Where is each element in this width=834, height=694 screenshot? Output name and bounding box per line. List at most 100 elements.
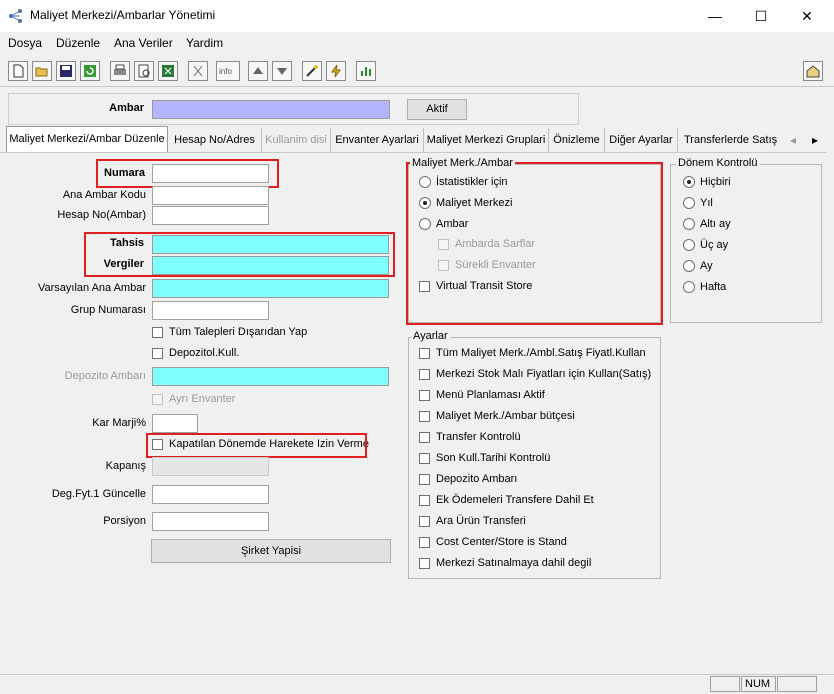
- ayar-label-3: Menü Planlaması Aktif: [436, 389, 545, 401]
- radio-hicbiri[interactable]: [683, 176, 695, 188]
- ayar-label-6: Son Kull.Tarihi Kontrolü: [436, 452, 551, 464]
- radio-hafta-label: Hafta: [700, 281, 727, 293]
- kar-marji-field[interactable]: [152, 414, 198, 433]
- tab-diger-ayarlar[interactable]: Diğer Ayarlar: [605, 128, 678, 152]
- tab-maliyet-merkezi-gruplari[interactable]: Maliyet Merkezi Gruplari: [424, 128, 549, 152]
- ambarda-sarflar-checkbox[interactable]: [438, 239, 449, 250]
- radio-maliyet-merkezi[interactable]: [419, 197, 431, 209]
- ayar-label-8: Ek Ödemeleri Transfere Dahil Et: [436, 494, 594, 506]
- print-preview-icon[interactable]: [134, 61, 154, 81]
- ayar-checkbox-2[interactable]: [419, 369, 430, 380]
- cut-icon[interactable]: [188, 61, 208, 81]
- ayar-label-11: Merkezi Satınalmaya dahil degil: [436, 557, 592, 569]
- refresh-icon[interactable]: [80, 61, 100, 81]
- tab-maliyet-merkezi-duzenle[interactable]: Maliyet Merkezi/Ambar Düzenle: [6, 126, 168, 154]
- depozito-ambari-label: Depozito Ambarı: [64, 370, 146, 382]
- tab-kullanim-disi[interactable]: Kullanim disi: [262, 128, 331, 152]
- tum-talepleri-label: Tüm Talepleri Dışarıdan Yap: [169, 326, 308, 338]
- highlight-tahsis-vergiler: [84, 232, 395, 277]
- window-title: Maliyet Merkezi/Ambarlar Yönetimi: [30, 8, 216, 22]
- radio-yil[interactable]: [683, 197, 695, 209]
- radio-alti-ay-label: Altı ay: [700, 218, 731, 230]
- donem-kontrolu-title: Dönem Kontrolü: [676, 157, 760, 169]
- menu-yardim[interactable]: Yardim: [186, 36, 223, 50]
- radio-ay-label: Ay: [700, 260, 713, 272]
- ayar-label-7: Depozito Ambarı: [436, 473, 518, 485]
- porsiyon-field[interactable]: [152, 512, 269, 531]
- tab-onizleme[interactable]: Önizleme: [549, 128, 605, 152]
- maximize-button[interactable]: ☐: [738, 0, 784, 32]
- grup-numarasi-field[interactable]: [152, 301, 269, 320]
- excel-icon[interactable]: [158, 61, 178, 81]
- kapanis-label: Kapanış: [105, 460, 146, 472]
- lightning-icon[interactable]: [326, 61, 346, 81]
- ayar-checkbox-1[interactable]: [419, 348, 430, 359]
- tab-transferlerde-satis[interactable]: Transferlerde Satış Fi: [678, 128, 786, 152]
- depozito-ambari-field[interactable]: [152, 367, 389, 386]
- radio-yil-label: Yıl: [700, 197, 713, 209]
- ayar-checkbox-9[interactable]: [419, 516, 430, 527]
- ayar-checkbox-6[interactable]: [419, 453, 430, 464]
- info-icon[interactable]: info: [216, 61, 240, 81]
- radio-ambar-label: Ambar: [436, 218, 469, 230]
- wand-icon[interactable]: [302, 61, 322, 81]
- ayar-label-2: Merkezi Stok Malı Fiyatları için Kullan(…: [436, 368, 652, 380]
- status-bar: [0, 674, 834, 694]
- tum-talepleri-checkbox[interactable]: [152, 327, 163, 338]
- surekli-envanter-checkbox[interactable]: [438, 260, 449, 271]
- minimize-button[interactable]: —: [692, 0, 738, 32]
- highlight-numara: [96, 159, 279, 188]
- tab-envanter-ayarlari[interactable]: Envanter Ayarlari: [331, 128, 424, 152]
- depozitol-kull-label: Depozitol.Kull.: [169, 347, 240, 359]
- open-folder-icon[interactable]: [32, 61, 52, 81]
- chart-icon[interactable]: [356, 61, 376, 81]
- ayar-checkbox-10[interactable]: [419, 537, 430, 548]
- save-icon[interactable]: [56, 61, 76, 81]
- varsayilan-ana-ambar-field[interactable]: [152, 279, 389, 298]
- depozitol-kull-checkbox[interactable]: [152, 348, 163, 359]
- aktif-button[interactable]: Aktif: [407, 99, 467, 120]
- ayri-envanter-checkbox[interactable]: [152, 394, 163, 405]
- ayarlar-title: Ayarlar: [411, 330, 450, 342]
- ana-ambar-kodu-label: Ana Ambar Kodu: [62, 189, 146, 201]
- ayar-checkbox-11[interactable]: [419, 558, 430, 569]
- ayar-checkbox-8[interactable]: [419, 495, 430, 506]
- home-icon[interactable]: [803, 61, 823, 81]
- new-file-icon[interactable]: [8, 61, 28, 81]
- ambar-field[interactable]: [152, 100, 390, 119]
- menu-ana-veriler[interactable]: Ana Veriler: [114, 36, 173, 50]
- arrow-down-icon[interactable]: [272, 61, 292, 81]
- print-icon[interactable]: [110, 61, 130, 81]
- hesap-no-field[interactable]: [152, 206, 269, 225]
- svg-text:info: info: [219, 67, 232, 76]
- arrow-up-icon[interactable]: [248, 61, 268, 81]
- menu-duzenle[interactable]: Düzenle: [56, 36, 100, 50]
- ayar-checkbox-7[interactable]: [419, 474, 430, 485]
- deg-fyt-field[interactable]: [152, 485, 269, 504]
- kapanis-field[interactable]: [152, 457, 269, 476]
- tab-scroll-right[interactable]: ▸: [812, 133, 818, 147]
- radio-hafta[interactable]: [683, 281, 695, 293]
- ambarda-sarflar-label: Ambarda Sarflar: [455, 238, 536, 250]
- ayar-checkbox-3[interactable]: [419, 390, 430, 401]
- ayar-checkbox-5[interactable]: [419, 432, 430, 443]
- menu-dosya[interactable]: Dosya: [8, 36, 42, 50]
- ayri-envanter-label: Ayrı Envanter: [169, 393, 236, 405]
- varsayilan-ana-ambar-label: Varsayılan Ana Ambar: [37, 282, 146, 294]
- ana-ambar-kodu-field[interactable]: [152, 186, 269, 205]
- radio-ambar[interactable]: [419, 218, 431, 230]
- virtual-transit-checkbox[interactable]: [419, 281, 430, 292]
- ayar-checkbox-4[interactable]: [419, 411, 430, 422]
- radio-alti-ay[interactable]: [683, 218, 695, 230]
- status-cell-caps: [777, 676, 817, 692]
- radio-istatistikler[interactable]: [419, 176, 431, 188]
- radio-uc-ay[interactable]: [683, 239, 695, 251]
- virtual-transit-label: Virtual Transit Store: [436, 280, 533, 292]
- sirket-yapisi-button[interactable]: Şirket Yapisi: [151, 539, 391, 563]
- grup-numarasi-label: Grup Numarası: [70, 304, 146, 316]
- radio-ay[interactable]: [683, 260, 695, 272]
- close-button[interactable]: ✕: [784, 0, 830, 32]
- tab-scroll-left[interactable]: ◂: [790, 133, 796, 147]
- app-icon: [8, 8, 24, 24]
- tab-hesap-no-adres[interactable]: Hesap No/Adres: [168, 128, 262, 152]
